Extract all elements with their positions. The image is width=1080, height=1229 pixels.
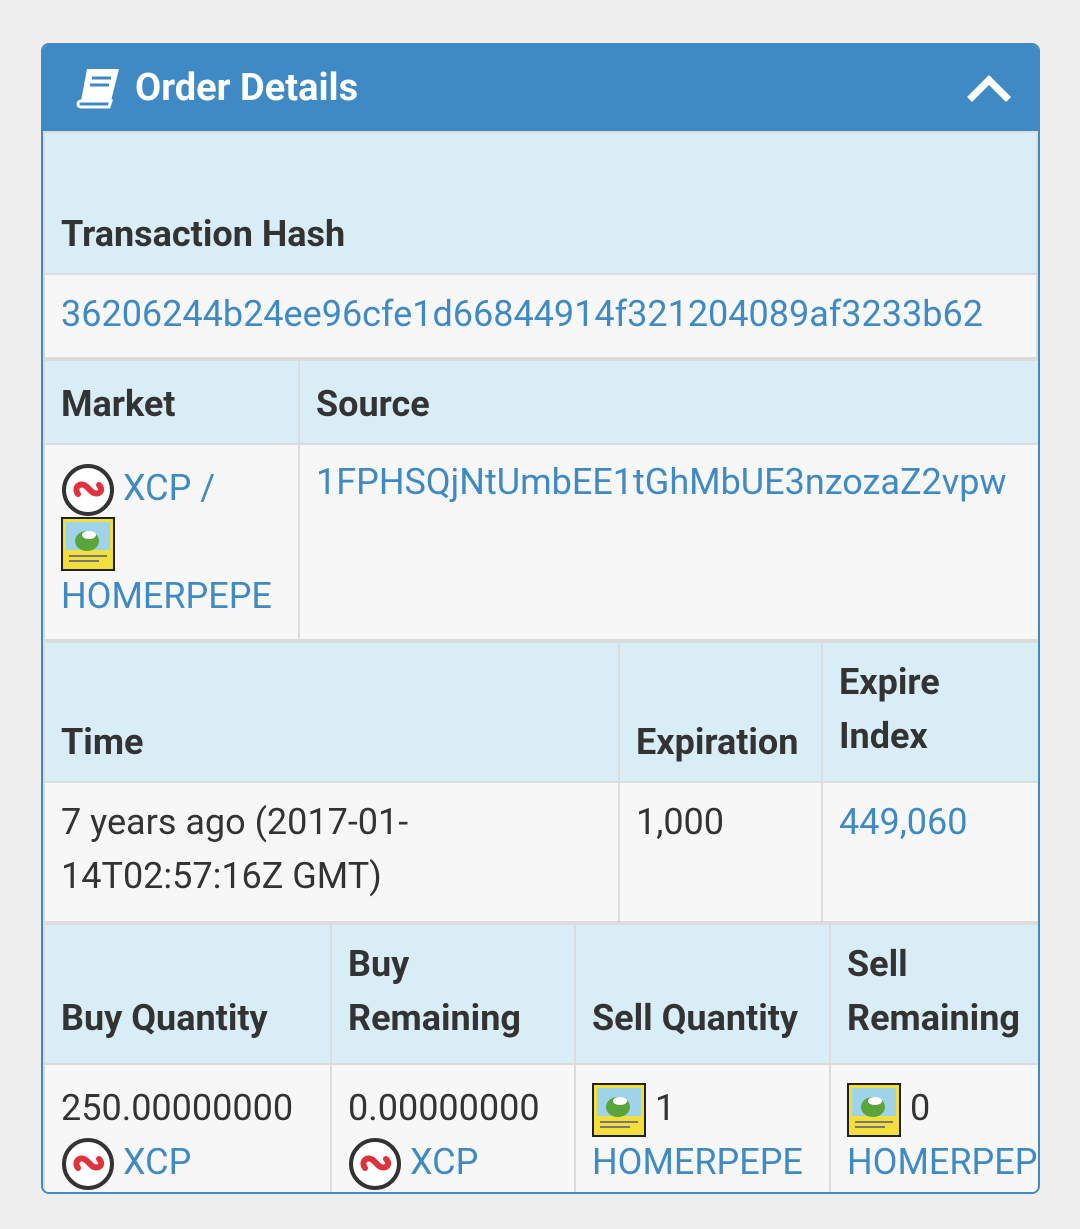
tx-hash-link[interactable]: 36206244b24ee96cfe1d66844914f321204089af… xyxy=(61,293,983,335)
sell-quantity-cell: 1 HOMERPEPE xyxy=(574,1063,831,1192)
expire-index-header: Expire Index xyxy=(821,641,1038,783)
sell-quantity-header: Sell Quantity xyxy=(574,923,831,1065)
buy-quantity-asset-link[interactable]: XCP xyxy=(123,1141,191,1183)
xcp-token-icon xyxy=(62,464,114,517)
market-cell: XCP / HOMERPEPE xyxy=(43,443,300,641)
expire-index-link[interactable]: 449,060 xyxy=(839,801,967,843)
market-quote-link[interactable]: HOMERPEPE xyxy=(61,569,282,623)
buy-quantity-cell: 250.00000000 XCP xyxy=(43,1063,332,1192)
homerpepe-card-icon xyxy=(847,1083,901,1138)
tx-hash-header: Transaction Hash xyxy=(43,131,1038,275)
chevron-up-icon[interactable] xyxy=(966,65,1012,111)
buy-remaining-value: 0.00000000 xyxy=(348,1087,540,1129)
sell-remaining-value: 0 xyxy=(909,1087,931,1129)
market-header: Market xyxy=(43,359,300,445)
xcp-token-icon xyxy=(349,1138,401,1191)
sell-quantity-value: 1 xyxy=(654,1087,676,1129)
transaction-table: Transaction Hash 36206244b24ee96cfe1d668… xyxy=(43,131,1038,359)
buy-remaining-cell: 0.00000000 XCP xyxy=(330,1063,576,1192)
sell-remaining-header: Sell Remaining xyxy=(829,923,1038,1065)
time-header: Time xyxy=(43,641,620,783)
homerpepe-card-icon xyxy=(61,517,115,572)
panel-title: Order Details xyxy=(135,66,359,110)
buy-quantity-value: 250.00000000 xyxy=(61,1087,294,1129)
source-header: Source xyxy=(298,359,1038,445)
buy-remaining-header: Buy Remaining xyxy=(330,923,576,1065)
panel-body: Transaction Hash 36206244b24ee96cfe1d668… xyxy=(43,131,1038,1192)
source-address-link[interactable]: 1FPHSQjNtUmbEE1tGhMbUE3nzozaZ2vpw xyxy=(316,461,1007,503)
sell-remaining-cell: 0 HOMERPEPE xyxy=(829,1063,1038,1192)
panel-header: Order Details xyxy=(43,45,1038,131)
buy-remaining-asset-link[interactable]: XCP xyxy=(410,1141,478,1183)
time-table: Time Expiration Expire Index 7 years ago… xyxy=(43,641,1038,923)
order-details-panel: Order Details Transaction Hash 36206244b… xyxy=(41,43,1040,1194)
sell-remaining-asset-link[interactable]: HOMERPEPE xyxy=(847,1135,1037,1189)
xcp-token-icon xyxy=(62,1138,114,1191)
quantities-table: Buy Quantity Buy Remaining Sell Quantity… xyxy=(43,923,1038,1192)
market-base-link[interactable]: XCP / xyxy=(123,467,215,509)
sell-quantity-asset-link[interactable]: HOMERPEPE xyxy=(592,1135,813,1189)
time-value: 7 years ago (2017-01-14T02:57:16Z GMT) xyxy=(43,781,620,923)
expiration-value: 1,000 xyxy=(618,781,823,923)
book-icon xyxy=(76,69,119,109)
market-table: Market Source XCP / HOMERPEPE 1FPHSQjNtU… xyxy=(43,359,1038,641)
expiration-header: Expiration xyxy=(618,641,823,783)
buy-quantity-header: Buy Quantity xyxy=(43,923,332,1065)
homerpepe-card-icon xyxy=(592,1083,646,1138)
